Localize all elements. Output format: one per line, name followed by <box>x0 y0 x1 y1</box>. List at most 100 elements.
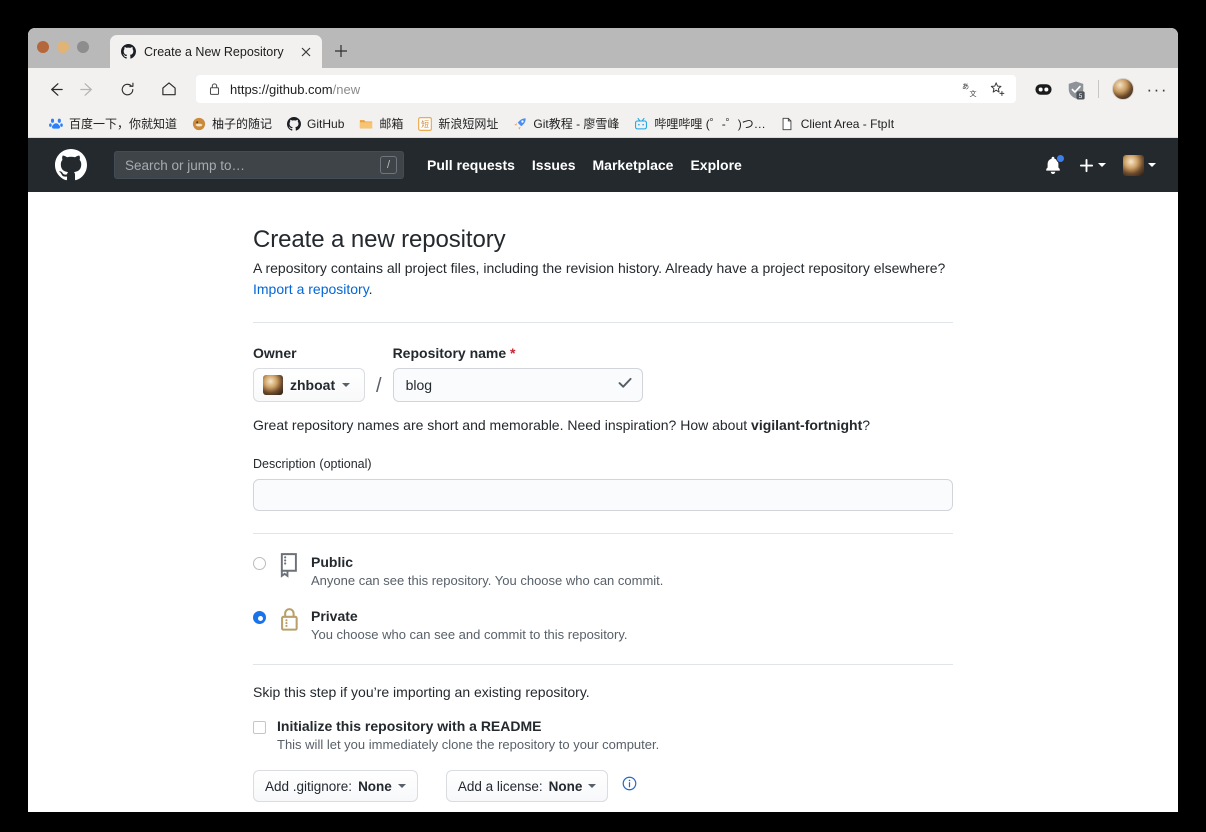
repository-name-input-wrap[interactable] <box>392 368 643 402</box>
repository-name-label: Repository name * <box>393 345 643 361</box>
repo-book-icon <box>278 552 301 578</box>
license-select-button[interactable]: Add a license: None <box>445 770 609 803</box>
bookmark-label: Client Area - FtpIt <box>800 116 895 131</box>
extension-icons: 5 ··· <box>1026 78 1168 100</box>
url-text: https://github.com/new <box>230 82 953 97</box>
lock-icon <box>278 606 301 632</box>
nav-explore[interactable]: Explore <box>690 157 741 173</box>
user-menu[interactable] <box>1123 154 1156 176</box>
extension-2-icon[interactable]: 5 <box>1066 80 1085 99</box>
bookmark-label: 柚子的随记 <box>212 117 273 131</box>
chevron-down-icon <box>588 784 597 789</box>
visibility-private-description: You choose who can see and commit to thi… <box>311 627 628 643</box>
readme-checkbox[interactable] <box>253 721 266 735</box>
bookmark-item[interactable]: Client Area - FtpIt <box>774 114 902 133</box>
bookmarks-bar: 百度一下，你就知道 柚子的随记 GitHub 邮箱 短 新浪短网址 Git教程 … <box>28 110 1178 138</box>
gitignore-select-button[interactable]: Add .gitignore: None <box>253 770 418 803</box>
subtitle-text: A repository contains all project files,… <box>253 260 946 276</box>
window-maximize-button[interactable] <box>77 41 89 53</box>
bookmark-label: 哔哩哔哩 (゜-゜)つ… <box>654 117 766 131</box>
search-shortcut-badge: / <box>380 156 397 174</box>
tab-strip: Create a New Repository <box>28 28 1178 68</box>
reload-icon[interactable] <box>112 74 142 104</box>
visibility-public-description: Anyone can see this repository. You choo… <box>311 573 664 589</box>
hint-prefix: Great repository names are short and mem… <box>253 417 752 433</box>
bookmark-item[interactable]: 百度一下，你就知道 <box>42 113 185 134</box>
nav-issues[interactable]: Issues <box>532 157 576 173</box>
owner-select-button[interactable]: zhboat <box>253 368 365 402</box>
bookmark-label: GitHub <box>307 116 345 131</box>
sina-short-icon: 短 <box>417 116 432 131</box>
window-close-button[interactable] <box>37 41 49 53</box>
screen: Create a New Repository https://github.c… <box>0 0 1206 832</box>
github-mark-icon[interactable] <box>55 149 87 181</box>
bookmark-item[interactable]: 柚子的随记 <box>185 113 280 134</box>
bookmark-label: Git教程 - 廖雪峰 <box>533 117 620 131</box>
template-buttons-row: Add .gitignore: None Add a license: None <box>253 770 953 803</box>
bookmark-item[interactable]: GitHub <box>280 114 352 133</box>
visibility-public-title: Public <box>311 554 354 570</box>
gitignore-prefix: Add .gitignore: <box>265 778 353 794</box>
radio-private[interactable] <box>253 611 266 625</box>
chevron-down-icon <box>1148 163 1156 167</box>
star-plus-icon[interactable] <box>989 81 1006 98</box>
owner-name: zhboat <box>290 377 336 393</box>
browser-menu-button[interactable]: ··· <box>1147 81 1168 98</box>
import-repository-link[interactable]: Import a repository <box>253 281 369 297</box>
visibility-option-public[interactable]: Public Anyone can see this repository. Y… <box>253 553 953 588</box>
svg-text:短: 短 <box>421 119 429 129</box>
bell-icon[interactable] <box>1044 153 1065 175</box>
search-input[interactable]: Search or jump to… / <box>114 151 404 179</box>
github-icon <box>286 116 301 131</box>
description-input[interactable] <box>253 479 953 511</box>
bookmark-item[interactable]: 短 新浪短网址 <box>411 113 506 134</box>
new-tab-button[interactable] <box>328 38 354 64</box>
subtitle-period: . <box>368 281 373 297</box>
home-icon[interactable] <box>154 74 184 104</box>
window-minimize-button[interactable] <box>57 41 69 53</box>
extension-badge: 5 <box>1078 92 1082 99</box>
bookmark-label: 邮箱 <box>379 117 404 131</box>
repository-name-input[interactable] <box>403 376 612 394</box>
bookmark-label: 新浪短网址 <box>438 117 499 131</box>
visibility-option-private[interactable]: Private You choose who can see and commi… <box>253 607 953 642</box>
divider <box>253 533 953 534</box>
folder-icon <box>358 116 373 131</box>
lock-icon <box>208 82 221 96</box>
forward-arrow-icon <box>72 74 102 104</box>
radio-public[interactable] <box>253 557 266 570</box>
bookmark-item[interactable]: 邮箱 <box>352 113 411 134</box>
repo-label-text: Repository name <box>392 345 507 361</box>
browser-toolbar: https://github.com/new あ 文 5 ··· <box>28 68 1178 110</box>
check-icon <box>617 375 633 396</box>
nav-marketplace[interactable]: Marketplace <box>593 157 674 173</box>
baidu-icon <box>48 116 63 131</box>
svg-text:文: 文 <box>969 89 976 98</box>
nav-pull-requests[interactable]: Pull requests <box>427 157 515 173</box>
search-placeholder: Search or jump to… <box>125 157 246 173</box>
visibility-private-title: Private <box>311 608 358 625</box>
owner-repo-separator: / <box>376 375 382 397</box>
owner-field-group: Owner zhboat <box>253 345 365 402</box>
bilibili-icon <box>633 116 648 131</box>
readme-checkbox-row[interactable]: Initialize this repository with a README <box>253 718 953 735</box>
browser-tab[interactable]: Create a New Repository <box>110 35 322 68</box>
hint-suffix: ? <box>862 417 871 433</box>
bookmark-item[interactable]: Git教程 - 廖雪峰 <box>506 113 627 134</box>
url-path: /new <box>332 81 361 97</box>
close-icon[interactable] <box>298 44 314 60</box>
browser-profile-avatar[interactable] <box>1111 78 1134 100</box>
address-bar[interactable]: https://github.com/new あ 文 <box>196 75 1016 103</box>
info-icon[interactable] <box>622 776 637 796</box>
page-icon <box>780 116 795 131</box>
back-arrow-icon[interactable] <box>40 74 70 104</box>
create-new-menu[interactable] <box>1079 158 1106 173</box>
tab-title: Create a New Repository <box>144 44 284 59</box>
extension-1-icon[interactable] <box>1034 80 1053 99</box>
repo-name-field-group: Repository name * <box>392 345 643 402</box>
gitignore-value: None <box>358 778 392 794</box>
toolbar-divider <box>1097 80 1099 98</box>
bookmark-item[interactable]: 哔哩哔哩 (゜-゜)つ… <box>627 113 773 134</box>
visibility-private-text: Private You choose who can see and commi… <box>311 607 628 642</box>
translate-icon[interactable]: あ 文 <box>962 81 979 98</box>
